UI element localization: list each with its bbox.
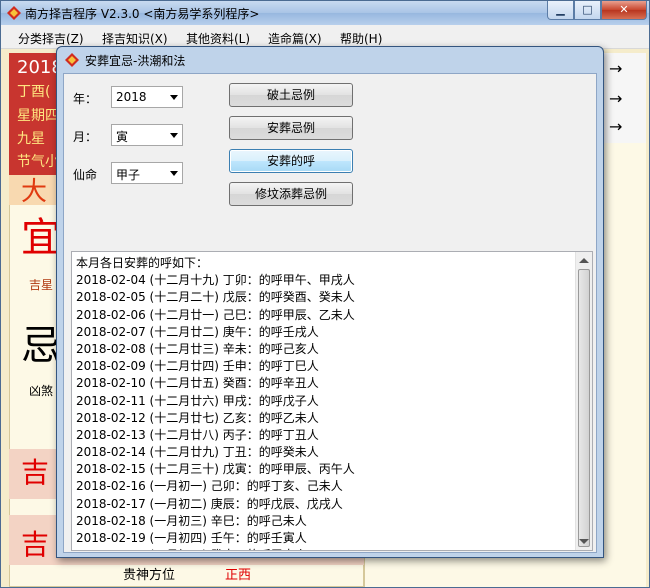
noble-direction-label: 贵神方位: [123, 568, 176, 583]
result-line: 2018-02-18 (一月初三) 辛巳：的呼己未人: [76, 513, 307, 528]
result-line: 2018-02-10 (十二月廿五) 癸酉：的呼辛丑人: [76, 376, 319, 391]
result-line: 本月各日安葬的呼如下：: [76, 256, 209, 270]
burial-taboo-button[interactable]: 安葬忌例: [229, 116, 353, 140]
immortal-select[interactable]: 甲子: [111, 162, 183, 184]
result-line: 2018-02-05 (十二月二十) 戊辰：的呼癸酉、癸未人: [76, 290, 355, 305]
result-line: 2018-02-11 (十二月廿六) 甲戌：的呼戊子人: [76, 393, 319, 408]
result-line: 2018-02-16 (一月初一) 己卯：的呼丁亥、己未人: [76, 479, 343, 494]
result-line: 2018-02-13 (十二月廿八) 丙子：的呼丁丑人: [76, 427, 319, 442]
result-line: 2018-02-17 (一月初二) 庚辰：的呼戊辰、戊戌人: [76, 496, 343, 511]
result-line: 2018-02-12 (十二月廿七) 乙亥：的呼乙未人: [76, 410, 319, 425]
maximize-button[interactable]: □: [574, 1, 601, 20]
immortal-label: 仙命: [73, 168, 98, 182]
right-arrow-icon[interactable]: →: [609, 59, 622, 78]
menu-help[interactable]: 帮助(H): [340, 30, 382, 47]
lucky-star-label: 吉星: [29, 278, 54, 292]
chevron-down-icon: [170, 133, 178, 138]
noble-direction-value: 正西: [225, 568, 252, 583]
scroll-up-icon[interactable]: [579, 258, 589, 263]
year-label: 年：: [73, 92, 98, 106]
month-select-value: 寅: [116, 130, 129, 144]
right-arrow-icon[interactable]: →: [609, 117, 622, 136]
ganzhi-text: 丁酉(: [17, 84, 51, 100]
app-logo-icon: [65, 53, 79, 67]
result-line: 2018-02-08 (十二月廿三) 辛未：的呼己亥人: [76, 341, 319, 356]
chevron-down-icon: [170, 171, 178, 176]
month-label: 月：: [73, 130, 98, 144]
burial-dialog: 安葬宜忌-洪潮和法 年： 2018 月： 寅 仙命 甲子 破土忌例 安葬忌例 安…: [56, 46, 604, 558]
result-line: 2018-02-07 (十二月廿二) 庚午：的呼壬戌人: [76, 324, 319, 339]
result-line: 2018-02-06 (十二月廿一) 己巳：的呼甲辰、乙未人: [76, 307, 355, 322]
app-logo-icon: [7, 6, 21, 20]
scroll-down-icon[interactable]: [579, 539, 589, 544]
big-char-ji-lucky-2: 吉: [21, 528, 50, 561]
result-line: 2018-02-04 (十二月十九) 丁卯：的呼甲午、甲戌人: [76, 273, 355, 288]
year-select[interactable]: 2018: [111, 86, 183, 108]
main-titlebar[interactable]: 南方择吉程序 V2.3.0 <南方易学系列程序> ▁ □ ✕: [1, 1, 649, 25]
immortal-select-value: 甲子: [116, 168, 141, 182]
month-select[interactable]: 寅: [111, 124, 183, 146]
close-button[interactable]: ✕: [601, 1, 647, 20]
burial-call-button[interactable]: 安葬的呼: [229, 149, 353, 173]
result-line: 2018-02-19 (一月初四) 壬午：的呼壬寅人: [76, 531, 307, 545]
main-window-title: 南方择吉程序 V2.3.0 <南方易学系列程序>: [25, 7, 260, 21]
dialog-title: 安葬宜忌-洪潮和法: [85, 54, 186, 68]
evil-label: 凶煞: [29, 384, 54, 398]
result-line: 2018-02-09 (十二月廿四) 壬申：的呼丁巳人: [76, 359, 319, 374]
minimize-button[interactable]: ▁: [547, 1, 574, 20]
ground-breaking-taboo-button[interactable]: 破土忌例: [229, 83, 353, 107]
tomb-repair-taboo-button[interactable]: 修坟添葬忌例: [229, 182, 353, 206]
year-select-value: 2018: [116, 90, 147, 104]
result-line: 2018-02-15 (十二月三十) 戊寅：的呼甲辰、丙午人: [76, 462, 355, 477]
chevron-down-icon: [170, 95, 178, 100]
big-char-ji: 忌: [21, 323, 61, 369]
menu-other[interactable]: 其他资料(L): [186, 30, 250, 47]
menu-classify[interactable]: 分类择吉(Z): [18, 30, 84, 47]
weekday-text: 星期四: [17, 108, 59, 124]
result-lines: 本月各日安葬的呼如下： 2018-02-04 (十二月十九) 丁卯：的呼甲午、甲戌…: [76, 255, 576, 550]
big-char-ji-lucky-1: 吉: [21, 456, 50, 489]
big-char-da: 大: [21, 177, 48, 207]
result-line: 2018-02-14 (十二月廿九) 丁丑：的呼癸未人: [76, 445, 319, 460]
menu-knowledge[interactable]: 择吉知识(X): [102, 30, 168, 47]
result-scrollbar[interactable]: [575, 252, 592, 550]
dialog-titlebar[interactable]: 安葬宜忌-洪潮和法: [57, 47, 603, 73]
right-arrow-icon[interactable]: →: [609, 89, 622, 108]
solar-term-text: 节气小: [17, 154, 59, 170]
scroll-thumb[interactable]: [578, 269, 590, 547]
result-textarea[interactable]: 本月各日安葬的呼如下： 2018-02-04 (十二月十九) 丁卯：的呼甲午、甲戌…: [71, 251, 593, 551]
nine-star-text: 九星: [17, 131, 45, 147]
big-char-yi: 宜: [21, 215, 61, 261]
menu-destiny[interactable]: 造命篇(X): [268, 30, 322, 47]
dialog-client: 年： 2018 月： 寅 仙命 甲子 破土忌例 安葬忌例 安葬的呼 修坟添葬忌例…: [63, 73, 597, 553]
result-line: 2018-02-20 (一月初五) 癸未：的呼甲申人: [76, 547, 576, 550]
